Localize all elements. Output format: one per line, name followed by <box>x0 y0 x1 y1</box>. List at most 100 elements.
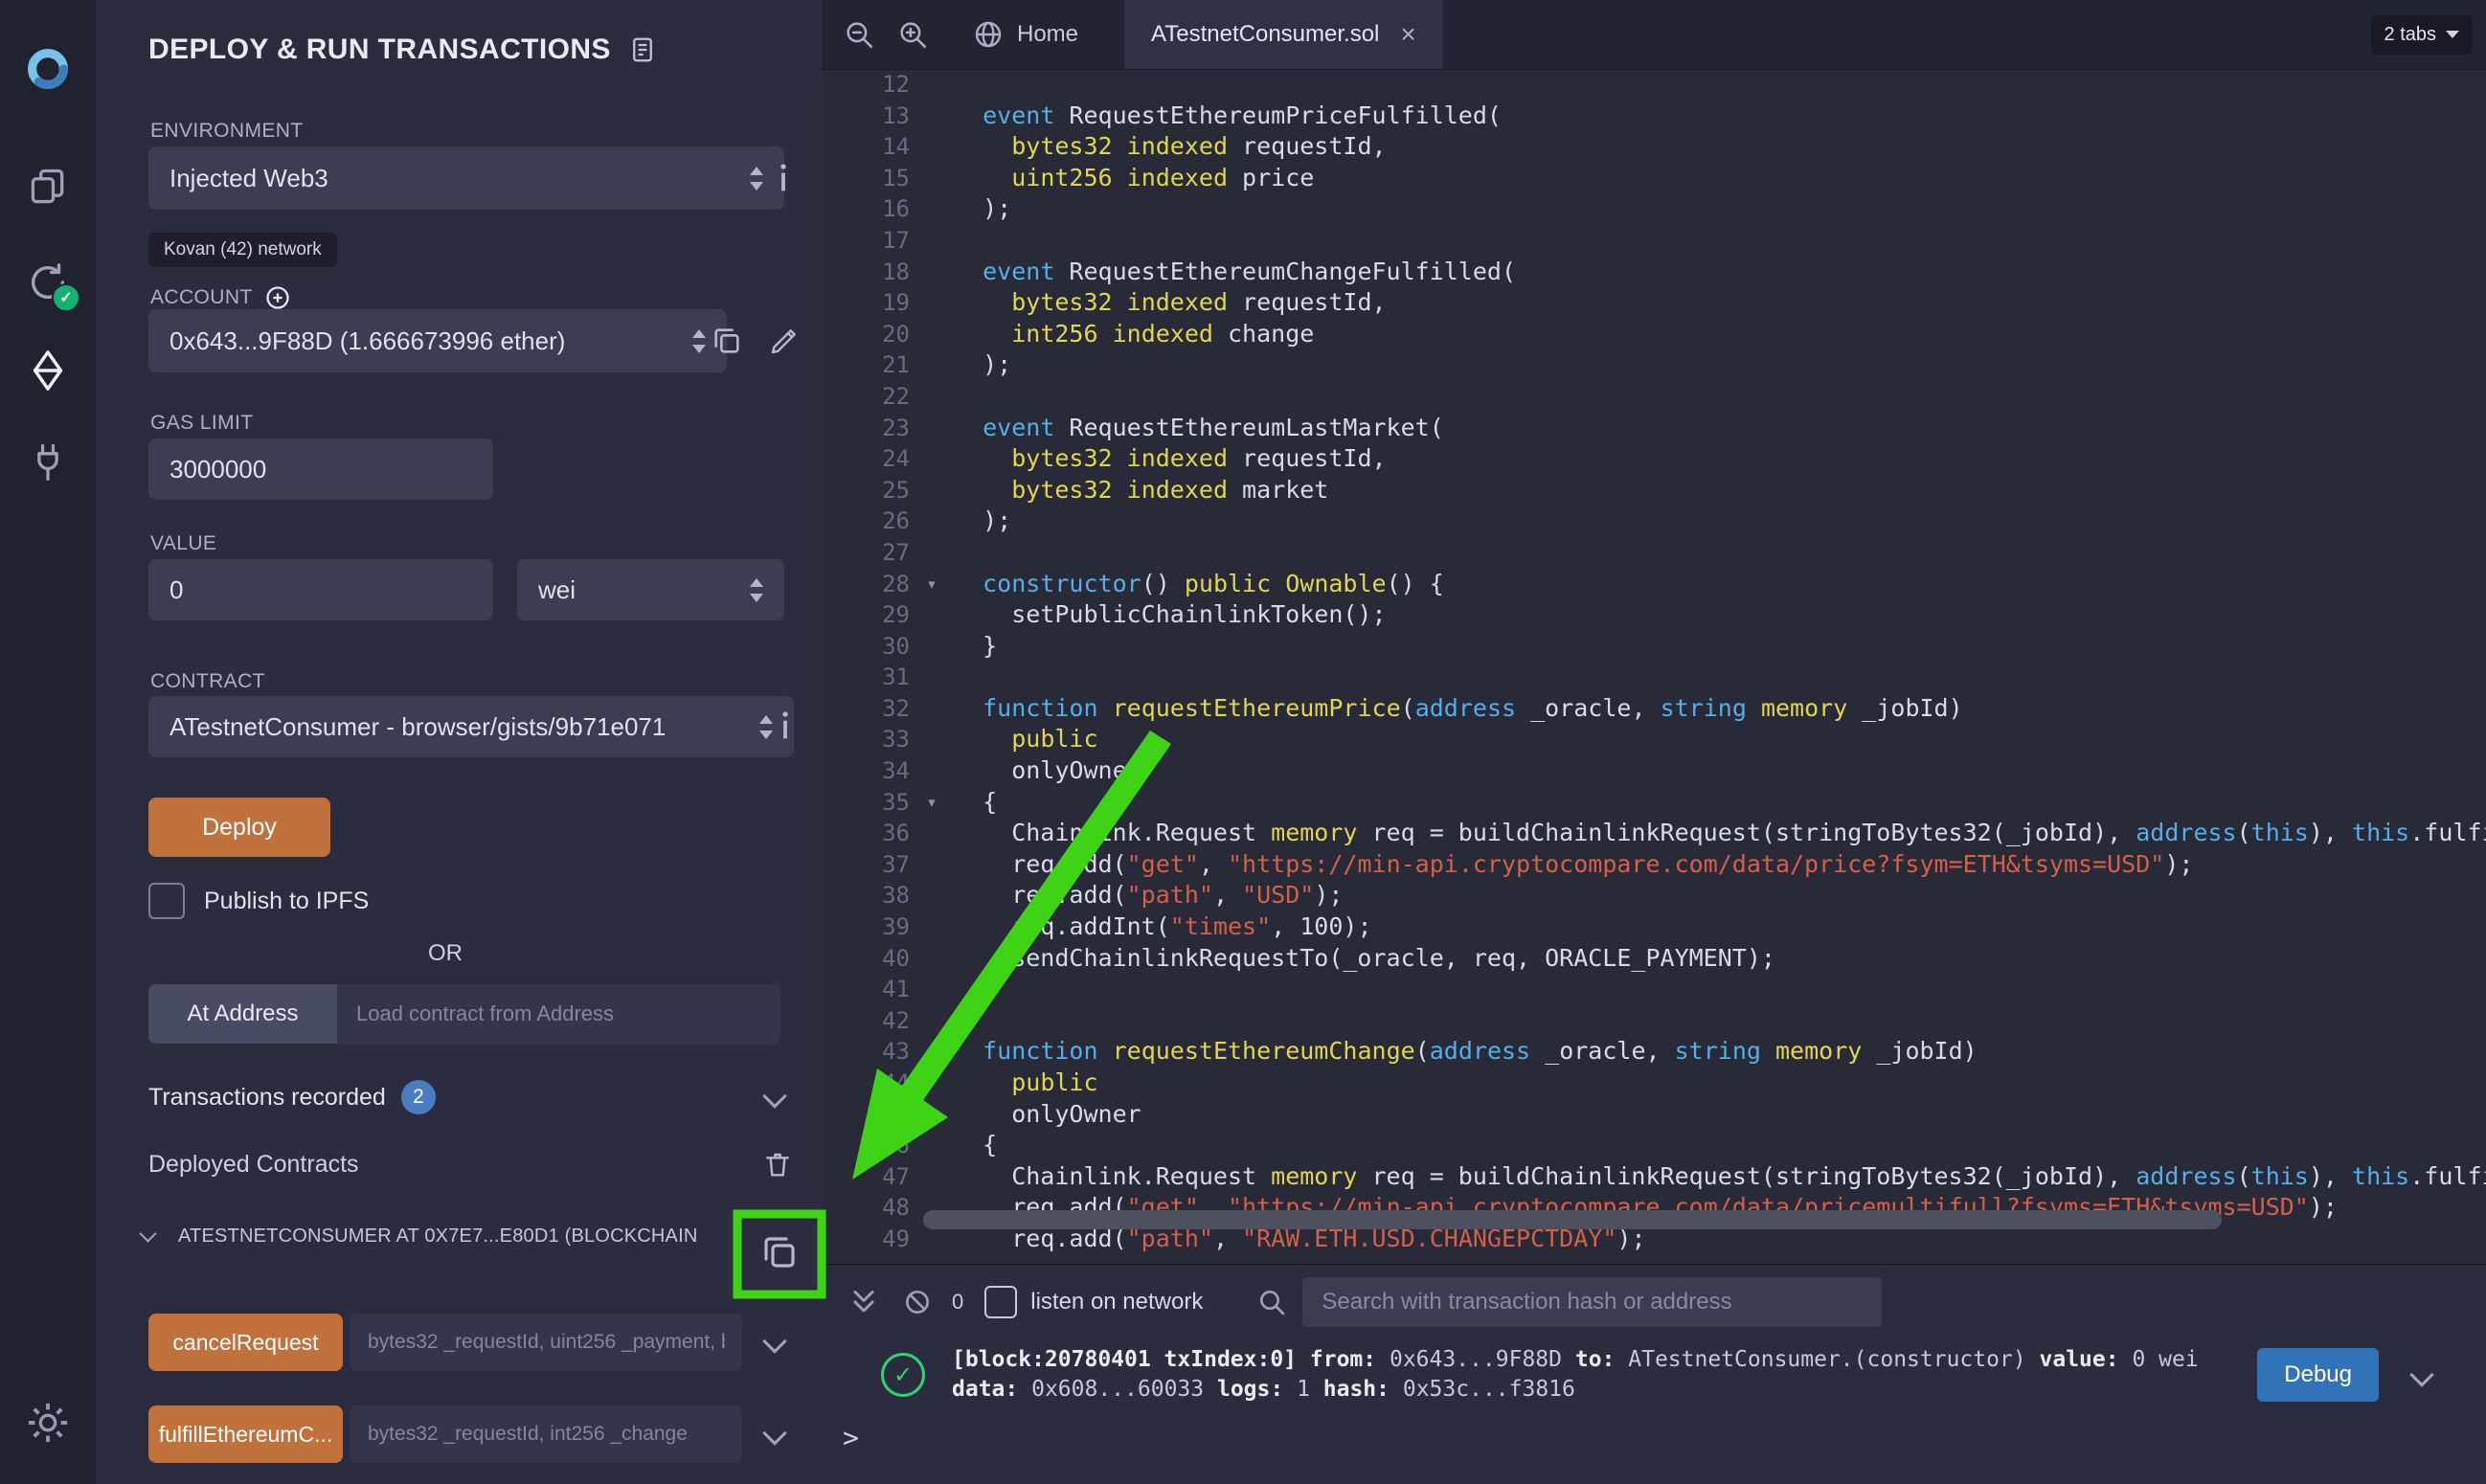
deployed-contract-item: ATESTNETCONSUMER AT 0X7E7...E80D1 (BLOCK… <box>178 1225 714 1248</box>
terminal-search-input[interactable] <box>1302 1277 1882 1327</box>
fulfill-ethereum-expand-icon[interactable] <box>762 1421 786 1445</box>
tx-success-icon: ✓ <box>881 1353 925 1397</box>
code-line: 12 <box>822 69 2486 101</box>
code-line: 23 event RequestEthereumLastMarket( <box>822 413 2486 444</box>
debug-button[interactable]: Debug <box>2257 1348 2379 1402</box>
code-line: 13 event RequestEthereumPriceFulfilled( <box>822 101 2486 132</box>
transactions-collapse-icon[interactable] <box>762 1084 786 1108</box>
code-line: 33 public <box>822 724 2486 755</box>
contract-value: ATestnetConsumer - browser/gists/9b71e07… <box>170 712 748 742</box>
contract-select[interactable]: ATestnetConsumer - browser/gists/9b71e07… <box>148 696 794 757</box>
terminal-expand-icon[interactable] <box>847 1285 881 1319</box>
page-title: DEPLOY & RUN TRANSACTIONS <box>148 34 657 66</box>
tab-file-label: ATestnetConsumer.sol <box>1151 21 1379 48</box>
gas-limit-input[interactable] <box>148 438 493 500</box>
deploy-run-icon <box>26 349 70 393</box>
fulfill-ethereum-button[interactable]: fulfillEthereumC... <box>148 1405 343 1463</box>
select-stepper-icon <box>750 167 763 191</box>
files-icon <box>27 166 69 208</box>
pending-count: 0 <box>952 1290 963 1315</box>
code-line: 35▾ { <box>822 787 2486 819</box>
account-value: 0x643...9F88D (1.666673996 ether) <box>170 326 681 356</box>
code-line: 22 <box>822 381 2486 413</box>
close-tab-icon[interactable]: × <box>1400 21 1415 48</box>
code-line: 25 bytes32 indexed market <box>822 475 2486 506</box>
sidebar-item-deploy-run[interactable] <box>25 348 71 393</box>
code-line: 41 } <box>822 974 2486 1005</box>
zoom-in-icon[interactable] <box>896 18 929 51</box>
code-area[interactable]: 1213 event RequestEthereumPriceFulfilled… <box>822 69 2486 1264</box>
code-line: 29 setPublicChainlinkToken(); <box>822 599 2486 631</box>
code-line: 26 ); <box>822 506 2486 537</box>
cancel-request-expand-icon[interactable] <box>762 1329 786 1353</box>
code-line: 44 public <box>822 1068 2486 1099</box>
account-select[interactable]: 0x643...9F88D (1.666673996 ether) <box>148 309 727 372</box>
sidebar-item-plugin-manager[interactable] <box>25 439 71 485</box>
code-line: 27 <box>822 537 2486 569</box>
delete-deployed-contracts-icon[interactable] <box>758 1145 797 1183</box>
code-line: 42 <box>822 1005 2486 1037</box>
horizontal-scrollbar[interactable] <box>923 1210 2222 1229</box>
tabs-dropdown[interactable]: 2 tabs <box>2371 15 2473 55</box>
fulfill-ethereum-params-input[interactable] <box>350 1405 742 1463</box>
cancel-request-params-input[interactable] <box>350 1314 742 1371</box>
cancel-request-button[interactable]: cancelRequest <box>148 1314 343 1371</box>
environment-info-icon[interactable] <box>766 161 801 195</box>
log-line-2: data: 0x608...60033 logs: 1 hash: 0x53c.… <box>952 1375 2199 1405</box>
remix-logo-icon <box>25 46 71 92</box>
code-line: 37 req.add("get", "https://min-api.crypt… <box>822 849 2486 881</box>
deploy-run-panel: DEPLOY & RUN TRANSACTIONS ENVIRONMENT In… <box>96 0 823 1484</box>
settings-button[interactable] <box>25 1400 71 1446</box>
add-account-icon[interactable] <box>264 284 291 311</box>
at-address-button[interactable]: At Address <box>148 984 337 1044</box>
code-line: 16 ); <box>822 193 2486 225</box>
value-unit-select[interactable]: wei <box>517 559 784 620</box>
edit-account-icon[interactable] <box>764 321 804 361</box>
code-line: 40 sendChainlinkRequestTo(_oracle, req, … <box>822 943 2486 975</box>
code-line: 20 int256 indexed change <box>822 319 2486 350</box>
zoom-out-icon[interactable] <box>843 18 875 51</box>
tab-home[interactable]: Home <box>956 0 1096 69</box>
tab-file-active[interactable]: ATestnetConsumer.sol × <box>1124 0 1443 69</box>
deployed-contract-expand-icon[interactable] <box>139 1225 156 1242</box>
code-line: 17 <box>822 225 2486 257</box>
copy-contract-address-icon[interactable] <box>755 1227 804 1277</box>
contract-label: CONTRACT <box>150 670 265 693</box>
contract-info-icon[interactable] <box>768 708 802 743</box>
code-line: 39 req.addInt("times", 100); <box>822 911 2486 943</box>
code-line: 31 <box>822 662 2486 693</box>
clear-console-icon[interactable] <box>902 1287 933 1317</box>
code-line: 21 ); <box>822 349 2486 381</box>
log-line-1: [block:20780401 txIndex:0] from: 0x643..… <box>952 1345 2199 1375</box>
deploy-button[interactable]: Deploy <box>148 798 330 857</box>
listen-network-checkbox[interactable] <box>984 1286 1017 1318</box>
code-line: 19 bytes32 indexed requestId, <box>822 287 2486 319</box>
tx-log-text: [block:20780401 txIndex:0] from: 0x643..… <box>952 1345 2199 1405</box>
environment-select[interactable]: Injected Web3 <box>148 146 784 210</box>
code-line: 24 bytes32 indexed requestId, <box>822 443 2486 475</box>
code-lines: 1213 event RequestEthereumPriceFulfilled… <box>822 69 2486 1255</box>
terminal-toolbar: 0 listen on network <box>822 1265 2486 1339</box>
code-line: 34 onlyOwner <box>822 755 2486 787</box>
at-address-input[interactable] <box>337 984 780 1044</box>
code-line: 18 event RequestEthereumChangeFulfilled( <box>822 257 2486 288</box>
account-label-text: ACCOUNT <box>150 286 253 309</box>
code-line: 47 Chainlink.Request memory req = buildC… <box>822 1161 2486 1193</box>
publish-ipfs-checkbox[interactable] <box>148 883 185 919</box>
terminal-prompt: > <box>822 1422 2486 1453</box>
network-badge: Kovan (42) network <box>148 233 337 267</box>
sidebar-item-file-explorer[interactable] <box>25 164 71 210</box>
code-line: 46 { <box>822 1130 2486 1161</box>
account-label: ACCOUNT <box>150 284 291 311</box>
code-line: 32 function requestEthereumPrice(address… <box>822 693 2486 725</box>
copy-account-icon[interactable] <box>707 321 747 361</box>
transactions-recorded-label: Transactions recorded <box>148 1084 386 1112</box>
log-expand-icon[interactable] <box>2409 1362 2433 1386</box>
code-line: 43 function requestEthereumChange(addres… <box>822 1036 2486 1068</box>
value-input[interactable] <box>148 559 493 620</box>
environment-value: Injected Web3 <box>170 164 738 193</box>
plugin-icon <box>27 441 69 483</box>
chevron-down-icon <box>2446 31 2459 38</box>
document-icon <box>628 34 657 66</box>
code-editor: Home ATestnetConsumer.sol × 2 tabs 1213 … <box>822 0 2486 1264</box>
